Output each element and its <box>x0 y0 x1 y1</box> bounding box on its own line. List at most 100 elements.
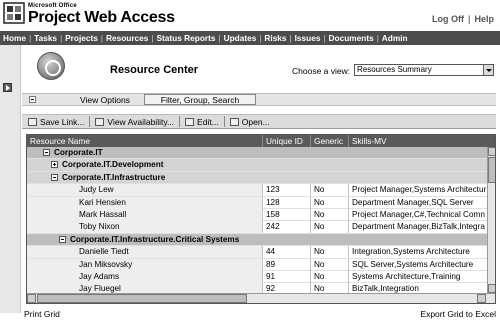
nav-projects[interactable]: Projects <box>65 33 98 43</box>
horizontal-scrollbar[interactable] <box>27 293 495 303</box>
group-name-cell: Corporate.IT.Development <box>27 159 487 171</box>
nav-resources[interactable]: Resources <box>106 33 148 43</box>
cell-skills: Project Manager,C#,Technical Comn <box>352 210 485 219</box>
cell-unique-id: 92 <box>263 283 311 293</box>
cell-skills: Project Manager,Systems Architectur <box>352 185 487 195</box>
nav-separator: | <box>100 33 103 43</box>
column-header-generic[interactable]: Generic <box>311 135 349 147</box>
cell-skills: SQL Server,Systems Architecture <box>352 259 474 269</box>
cell-resource-name: Jay Adams <box>27 271 263 283</box>
log-off-link[interactable]: Log Off <box>432 14 464 24</box>
group-row[interactable]: Corporate.IT.Infrastructure <box>27 171 487 185</box>
table-row[interactable]: Jay Fluegel 92 No BizTalk,Integration <box>27 283 487 293</box>
save-link-icon <box>28 117 37 126</box>
collapse-icon[interactable] <box>43 149 50 156</box>
expand-side-pane-icon[interactable] <box>3 83 12 92</box>
nav-documents[interactable]: Documents <box>329 33 374 43</box>
link-separator: | <box>467 14 471 24</box>
toolbar-separator <box>89 116 91 127</box>
group-name-cell: Corporate.IT.Infrastructure <box>27 172 487 184</box>
column-header-resource-name[interactable]: Resource Name <box>27 135 263 147</box>
open-button[interactable]: Open... <box>229 117 270 127</box>
cell-resource-name: Kari Hensien <box>27 196 263 209</box>
table-row[interactable]: Jay Adams 91 No Systems Architecture,Traini… <box>27 271 487 284</box>
header: Microsoft Office Project Web Access Log … <box>0 0 500 31</box>
scroll-right-icon[interactable] <box>477 294 486 303</box>
toolbar-separator <box>223 116 225 127</box>
view-select[interactable]: Resources Summary <box>354 64 494 76</box>
cell-unique-id: 123 <box>263 184 311 197</box>
save-link-label: Save Link... <box>40 116 85 127</box>
cell-resource-name: Jan Miksovsky <box>27 258 263 271</box>
table-row[interactable]: Jan Miksovsky 89 No SQL Server,Systems Arch… <box>27 258 487 271</box>
save-link-button[interactable]: Save Link... <box>28 117 84 127</box>
collapse-icon[interactable] <box>51 173 58 181</box>
cell-resource-name: Jay Fluegel <box>27 283 263 293</box>
cell-unique-id: 89 <box>263 258 311 271</box>
group-label: Corporate.IT.Infrastructure <box>62 172 166 182</box>
table-row[interactable]: Mark Hassall 158 No Project Manager,C#,Tech… <box>27 209 487 222</box>
scroll-thumb[interactable] <box>37 294 247 303</box>
view-availability-label: View Availability... <box>107 116 175 127</box>
resource-grid: Resource Name Unique ID Generic Skills-M… <box>26 134 496 304</box>
tab-view-options[interactable]: View Options <box>80 95 130 105</box>
nav-admin[interactable]: Admin <box>382 33 408 43</box>
group-row[interactable]: Corporate.IT.Infrastructure.Critical Sys… <box>27 233 487 247</box>
cell-resource-name: Judy Lew <box>27 184 263 197</box>
cell-resource-name: Danielle Tiedt <box>27 246 263 259</box>
scroll-thumb[interactable] <box>488 157 495 183</box>
nav-separator: | <box>289 33 292 43</box>
scroll-down-icon[interactable] <box>488 284 495 293</box>
cell-generic: No <box>311 271 349 283</box>
side-pane <box>0 45 21 313</box>
resource-center-icon <box>37 52 65 80</box>
chevron-down-icon[interactable] <box>483 65 493 75</box>
scroll-up-icon[interactable] <box>488 147 495 156</box>
cell-resource-name: Mark Hassall <box>27 209 263 221</box>
nav-separator: | <box>376 33 379 43</box>
vertical-scrollbar[interactable] <box>487 147 495 293</box>
edit-label: Edit... <box>197 116 219 127</box>
export-excel-link[interactable]: Export Grid to Excel <box>420 309 496 319</box>
collapse-options-icon[interactable] <box>29 96 36 103</box>
nav-updates[interactable]: Updates <box>224 33 257 43</box>
nav-separator: | <box>151 33 154 43</box>
column-header-skills[interactable]: Skills-MV <box>349 135 495 147</box>
scroll-left-icon[interactable] <box>27 294 36 303</box>
group-row[interactable]: Corporate.IT.Development <box>27 159 487 172</box>
view-availability-button[interactable]: View Availability... <box>95 117 174 127</box>
cell-generic: No <box>311 184 349 197</box>
column-header-unique-id[interactable]: Unique ID <box>263 135 311 147</box>
collapse-icon[interactable] <box>59 235 66 243</box>
nav-risks[interactable]: Risks <box>264 33 286 43</box>
cell-unique-id: 158 <box>263 209 311 221</box>
nav-separator: | <box>259 33 262 43</box>
table-row[interactable]: Toby Nixon 242 No Department Manager,BizTal… <box>27 221 487 234</box>
main-nav: Home | Tasks | Projects | Resources | Status… <box>0 31 500 45</box>
nav-separator: | <box>29 33 32 43</box>
nav-issues[interactable]: Issues <box>295 33 321 43</box>
group-name-cell: Corporate.IT <box>27 147 487 159</box>
cell-skills: Department Manager,BizTalk,Integra <box>352 222 485 232</box>
cell-generic: No <box>311 221 349 234</box>
help-link[interactable]: Help <box>474 14 494 24</box>
view-label: Choose a view: <box>292 66 351 76</box>
table-row[interactable]: Danielle Tiedt 44 No Integration,Systems Ar… <box>27 246 487 259</box>
tab-filter-group-search[interactable]: Filter, Group, Search <box>144 94 256 105</box>
cell-skills: Department Manager,SQL Server <box>352 197 474 207</box>
edit-button[interactable]: Edit... <box>185 117 219 127</box>
options-bar: View Options Filter, Group, Search <box>22 93 496 106</box>
nav-tasks[interactable]: Tasks <box>34 33 57 43</box>
group-row[interactable]: Corporate.IT <box>27 147 487 160</box>
table-row[interactable]: Kari Hensien 128 No Department Manager,SQL … <box>27 196 487 209</box>
cell-generic: No <box>311 283 349 293</box>
view-select-value: Resources Summary <box>357 65 432 74</box>
table-row[interactable]: Judy Lew 123 No Project Manager,Systems Arc… <box>27 184 487 197</box>
print-grid-link[interactable]: Print Grid <box>24 309 60 319</box>
cell-unique-id: 242 <box>263 221 311 234</box>
grid-toolbar: Save Link... View Availability... Edit..… <box>22 114 496 129</box>
cell-generic: No <box>311 258 349 271</box>
nav-status-reports[interactable]: Status Reports <box>156 33 215 43</box>
nav-home[interactable]: Home <box>3 33 26 43</box>
expand-icon[interactable] <box>51 161 58 169</box>
